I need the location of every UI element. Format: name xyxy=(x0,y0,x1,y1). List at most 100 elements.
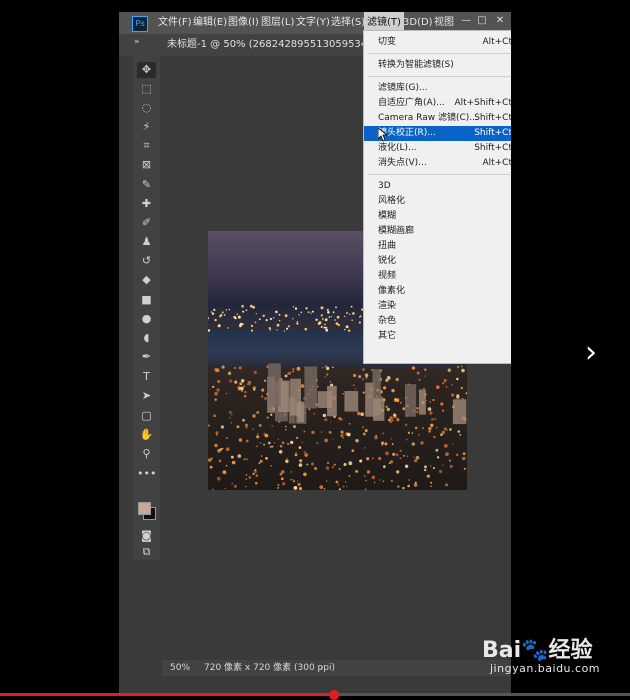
move-tool-icon[interactable]: ✥ xyxy=(137,62,156,78)
city-light xyxy=(310,312,312,314)
maximize-icon[interactable]: □ xyxy=(475,14,489,28)
city-light xyxy=(300,311,303,314)
city-light xyxy=(393,398,398,402)
lasso-tool-icon[interactable]: ◌ xyxy=(137,100,156,116)
filter-menu-item[interactable]: 3D xyxy=(364,179,511,194)
city-light xyxy=(228,308,230,311)
city-light xyxy=(298,463,303,467)
next-slide-icon[interactable]: › xyxy=(585,335,597,370)
filter-menu-item[interactable]: 渲染 xyxy=(364,299,511,314)
city-light xyxy=(261,388,265,392)
quick-mask-icon[interactable]: ◙ xyxy=(137,528,156,544)
filter-menu-item[interactable]: 模糊 xyxy=(364,209,511,224)
city-light xyxy=(306,463,309,466)
brush-tool-icon[interactable]: ✐ xyxy=(137,215,156,231)
healing-brush-tool-icon[interactable]: ✚ xyxy=(137,196,156,212)
city-light xyxy=(340,434,344,438)
filter-menu-item[interactable]: 锐化 xyxy=(364,254,511,269)
city-light xyxy=(391,443,394,445)
city-light xyxy=(430,485,432,488)
filter-menu-item[interactable]: Camera Raw 滤镜(C)... Shift+Ct xyxy=(364,111,511,126)
city-light xyxy=(264,379,267,382)
document-tab[interactable]: 未标题-1 @ 50% (268242895513059534, RGB/8#)… xyxy=(161,34,377,56)
status-menu-icon[interactable]: › xyxy=(320,660,324,676)
magic-wand-tool-icon[interactable]: ⚡ xyxy=(137,119,156,135)
city-light xyxy=(414,426,418,430)
city-light xyxy=(216,388,220,392)
pen-tool-icon[interactable]: ✒ xyxy=(137,349,156,365)
city-light xyxy=(221,427,223,429)
filter-menu-item[interactable]: 像素化 xyxy=(364,284,511,299)
progress-knob[interactable] xyxy=(328,690,339,700)
city-light xyxy=(399,457,402,459)
city-building xyxy=(268,363,281,407)
filter-menu-item[interactable]: 风格化 xyxy=(364,194,511,209)
city-light xyxy=(236,313,238,315)
city-light xyxy=(214,318,217,322)
filter-menu-item[interactable]: 液化(L)... Shift+Ct xyxy=(364,141,511,156)
city-light xyxy=(282,482,286,486)
path-selection-tool-icon[interactable]: ➤ xyxy=(137,388,156,404)
city-light xyxy=(383,465,386,469)
city-light xyxy=(222,470,227,475)
menu-file[interactable]: 文件(F) xyxy=(155,12,195,34)
clone-stamp-tool-icon[interactable]: ♟ xyxy=(137,234,156,250)
zoom-level[interactable]: 50% xyxy=(170,660,190,676)
foreground-color-swatch[interactable] xyxy=(138,502,151,515)
city-light xyxy=(225,392,228,395)
collapse-panels-icon[interactable]: » xyxy=(134,37,140,47)
city-light xyxy=(349,313,351,315)
city-light xyxy=(319,485,324,489)
eyedropper-tool-icon[interactable]: ✎ xyxy=(137,177,156,193)
menu-image[interactable]: 图像(I) xyxy=(225,12,262,34)
crop-tool-icon[interactable]: ⌗ xyxy=(137,138,156,154)
city-light xyxy=(317,385,319,388)
more-tools-icon[interactable]: ••• xyxy=(137,466,156,482)
marquee-tool-icon[interactable]: ⬚ xyxy=(137,81,156,97)
city-light xyxy=(445,452,449,456)
filter-menu-item[interactable]: 模糊画廊 xyxy=(364,224,511,239)
menu-layer[interactable]: 图层(L) xyxy=(258,12,297,34)
frame-tool-icon[interactable]: ⊠ xyxy=(137,157,156,173)
city-light xyxy=(252,414,256,418)
hand-tool-icon[interactable]: ✋ xyxy=(137,427,156,443)
type-tool-icon[interactable]: T xyxy=(137,369,156,385)
city-light xyxy=(284,314,288,318)
filter-menu-item[interactable]: 消失点(V)... Alt+Ct xyxy=(364,156,511,171)
history-brush-tool-icon[interactable]: ↺ xyxy=(137,253,156,269)
city-light xyxy=(322,413,327,418)
eraser-tool-icon[interactable]: ◆ xyxy=(137,272,156,288)
filter-menu-item[interactable]: 杂色 xyxy=(364,314,511,329)
shape-tool-icon[interactable]: ▢ xyxy=(137,408,156,424)
zoom-tool-icon[interactable]: ⚲ xyxy=(137,446,156,462)
filter-menu-item[interactable]: 滤镜库(G)... xyxy=(364,81,511,96)
city-light xyxy=(364,447,366,449)
city-building xyxy=(344,391,359,412)
city-light xyxy=(393,416,396,419)
video-progress-bar[interactable] xyxy=(0,690,630,700)
city-light xyxy=(450,383,453,386)
filter-menu-item[interactable]: 其它 xyxy=(364,329,511,344)
menu-type[interactable]: 文字(Y) xyxy=(293,12,333,34)
city-light xyxy=(459,434,462,436)
close-icon[interactable]: ✕ xyxy=(493,14,507,28)
screen-mode-icon[interactable]: ⧉ xyxy=(137,544,156,560)
dodge-tool-icon[interactable]: ◖ xyxy=(137,330,156,346)
city-light xyxy=(449,464,453,469)
minimize-icon[interactable]: — xyxy=(459,14,473,28)
city-light xyxy=(220,313,223,316)
city-light xyxy=(442,381,445,385)
filter-menu-item[interactable]: 转换为智能滤镜(S) xyxy=(364,58,511,73)
filter-menu-item[interactable]: 切变 Alt+Ct xyxy=(364,35,511,50)
city-light xyxy=(234,367,236,369)
city-light xyxy=(320,326,323,328)
filter-menu-item[interactable]: 视频 xyxy=(364,269,511,284)
blur-tool-icon[interactable]: ● xyxy=(137,311,156,327)
city-light xyxy=(386,407,390,412)
city-light xyxy=(322,319,324,321)
filter-menu-item[interactable]: 自适应广角(A)... Alt+Shift+Ct xyxy=(364,96,511,111)
city-light xyxy=(391,419,394,422)
city-light xyxy=(245,474,248,476)
gradient-tool-icon[interactable]: ■ xyxy=(137,292,156,308)
filter-menu-item[interactable]: 扭曲 xyxy=(364,239,511,254)
